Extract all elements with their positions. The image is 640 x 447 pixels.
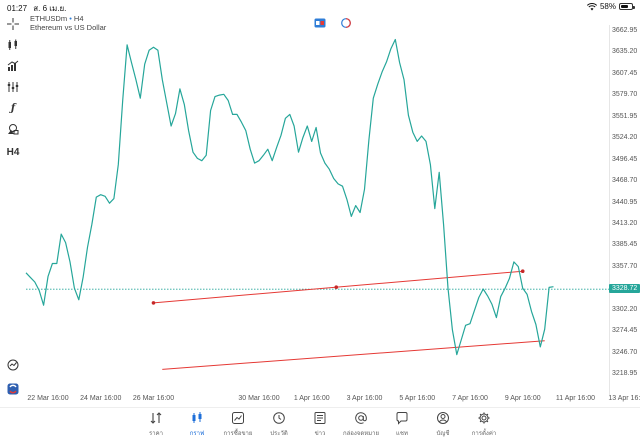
y-tick-label: 3302.20 <box>612 305 638 313</box>
x-tick-label: 9 Apr 16:00 <box>504 395 541 402</box>
x-tick-label: 13 Apr 16:00 <box>608 395 640 402</box>
nav-item-label: การตั้งค่า <box>471 431 497 437</box>
nav-item-news[interactable]: ข่าว <box>300 408 341 447</box>
y-tick-label: 3607.45 <box>612 69 638 77</box>
nav-item-label: กล่องจดหมาย <box>342 431 380 437</box>
x-tick-label: 11 Apr 16:00 <box>555 395 596 402</box>
nav-item-settings[interactable]: การตั้งค่า <box>464 408 505 447</box>
nav-item-account[interactable]: บัญชี <box>423 408 464 447</box>
y-tick-label: 3468.70 <box>612 177 638 185</box>
y-tick-label: 3635.20 <box>612 48 638 56</box>
series-line-ethusdm <box>25 38 554 356</box>
trendline-anchor-point[interactable] <box>151 301 156 305</box>
nav-item-label: ประวัติ <box>270 431 288 437</box>
y-tick-label: 3524.20 <box>612 134 638 142</box>
nav-item-label: กราฟ <box>189 431 205 437</box>
nav-item-label: แชท <box>396 431 408 437</box>
x-tick-label: 1 Apr 16:00 <box>293 395 330 402</box>
x-tick-label: 22 Mar 16:00 <box>27 395 69 402</box>
current-price-badge: 3328.72 <box>609 284 640 293</box>
x-tick-label: 3 Apr 16:00 <box>346 395 383 402</box>
nav-item-trade[interactable]: การซื้อขาย <box>218 408 259 447</box>
quotes-icon <box>149 411 163 424</box>
nav-item-mailbox[interactable]: กล่องจดหมาย <box>341 408 382 447</box>
y-tick-label: 3385.45 <box>612 241 638 249</box>
x-tick-label: 5 Apr 16:00 <box>399 395 436 402</box>
y-tick-label: 3662.95 <box>612 27 638 34</box>
nav-item-history[interactable]: ประวัติ <box>259 408 300 447</box>
nav-item-label: ข่าว <box>314 431 326 437</box>
trendline-1[interactable] <box>153 270 523 304</box>
x-tick-label: 26 Mar 16:00 <box>132 395 175 402</box>
chart-icon <box>190 411 204 424</box>
history-icon <box>272 411 286 424</box>
x-axis: 22 Mar 16:00 24 Mar 16:00 26 Mar 16:00 30 M… <box>26 395 640 407</box>
y-tick-label: 3413.20 <box>612 219 638 227</box>
x-tick-label: 7 Apr 16:00 <box>452 395 488 402</box>
nav-item-label: การซื้อขาย <box>223 431 253 437</box>
trendline-anchor-point[interactable] <box>520 269 525 274</box>
y-tick-label: 3218.95 <box>612 370 638 377</box>
settings-icon <box>477 411 491 424</box>
nav-item-chat[interactable]: แชท <box>382 408 423 447</box>
x-tick-label: 24 Mar 16:00 <box>80 395 122 402</box>
y-axis: 3662.95 3635.20 3607.45 3579.70 3551.95 3524.… <box>610 25 640 405</box>
y-tick-label: 3357.70 <box>612 262 638 270</box>
trendline-2[interactable] <box>162 340 545 370</box>
mailbox-icon <box>354 411 368 424</box>
nav-item-label: ราคา <box>149 431 163 437</box>
nav-item-quotes[interactable]: ราคา <box>136 408 177 447</box>
news-icon <box>313 411 327 424</box>
price-chart[interactable] <box>0 0 640 447</box>
bottom-nav: ราคา กราฟ การซื้อขาย ประวัติ ข่าว กล่องจดหมาย… <box>0 407 640 447</box>
y-tick-label: 3440.95 <box>612 198 638 206</box>
nav-item-chart[interactable]: กราฟ <box>177 408 218 447</box>
trade-icon <box>231 411 245 424</box>
x-tick-label: 30 Mar 16:00 <box>238 395 280 402</box>
trendlines <box>151 269 545 370</box>
y-tick-label: 3496.45 <box>612 155 638 163</box>
chat-icon <box>395 411 409 425</box>
y-tick-label: 3246.70 <box>612 348 638 356</box>
y-tick-label: 3551.95 <box>612 112 638 120</box>
account-icon <box>436 411 450 424</box>
nav-item-label: บัญชี <box>436 431 450 437</box>
y-tick-label: 3579.70 <box>612 91 638 99</box>
trendline-anchor-point[interactable] <box>334 285 339 290</box>
y-tick-label: 3274.45 <box>612 327 638 335</box>
